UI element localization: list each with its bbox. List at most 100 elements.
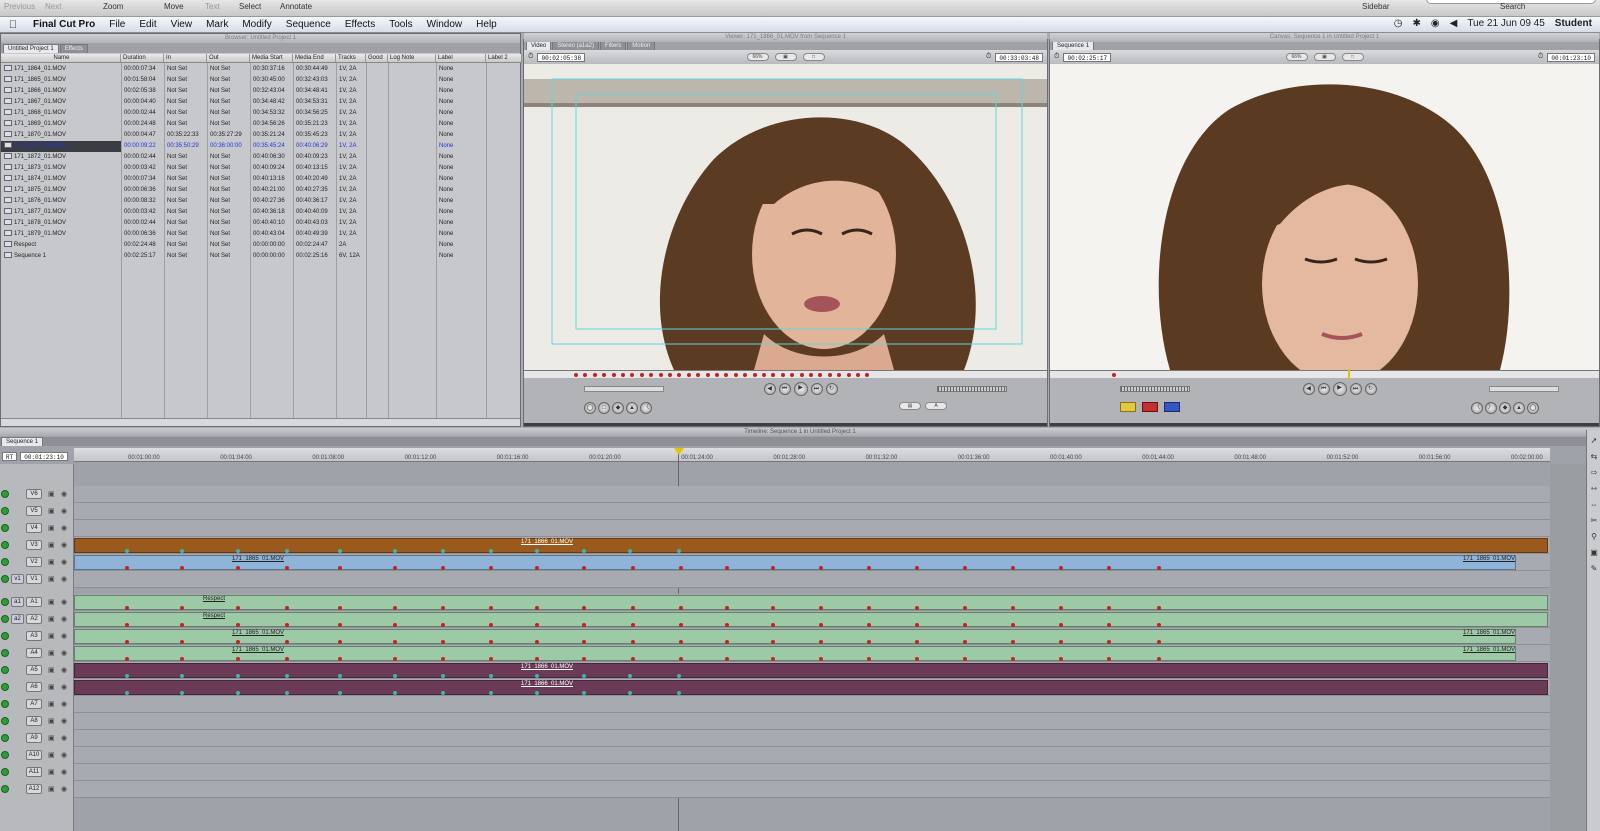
playhead-handle-icon[interactable]: [674, 448, 684, 455]
viewer-add-marker-icon[interactable]: ▲: [626, 402, 638, 414]
canvas-playhead[interactable]: [1348, 369, 1350, 379]
browser-row[interactable]: 171_1870_01.MOV 00:00:04:47 00:35:22:33 00:…: [1, 130, 519, 141]
track-lock-icon[interactable]: ▣: [48, 700, 55, 708]
track-lock-icon[interactable]: ▣: [48, 490, 55, 498]
zoom-tool-icon[interactable]: ⚲: [1588, 532, 1600, 544]
track-label[interactable]: A7: [26, 699, 42, 709]
col-name[interactable]: Name: [1, 54, 121, 62]
viewer-scrubber[interactable]: [524, 370, 1047, 378]
track-visibility-icon[interactable]: [1, 507, 9, 515]
track-visibility-icon[interactable]: [1, 717, 9, 725]
viewer-jog-control[interactable]: [937, 386, 1007, 392]
col-label-2[interactable]: Label 2: [486, 54, 522, 62]
viewer-add-keyframe-icon[interactable]: ◆: [612, 402, 624, 414]
canvas-add-keyframe-icon[interactable]: ◆: [1499, 402, 1511, 414]
track-visibility-icon[interactable]: [1, 785, 9, 793]
track-lock-icon[interactable]: ▣: [48, 768, 55, 776]
track-header-a6[interactable]: A6 ▣ ◉: [0, 679, 74, 696]
track-header-v6[interactable]: V6 ▣ ◉: [0, 486, 74, 503]
track-header-v1[interactable]: v1 V1 ▣ ◉: [0, 571, 74, 588]
track-header-a2[interactable]: a2 A2 ▣ ◉: [0, 611, 74, 628]
track-lock-icon[interactable]: ▣: [48, 507, 55, 515]
track-lock-icon[interactable]: ▣: [48, 683, 55, 691]
browser-row[interactable]: Respect 00:02:24:48 Not Set Not Set 00:00:00…: [1, 240, 519, 251]
track-lane-v2[interactable]: 171_1865_01.MOV 171_1865_01.MOV: [74, 554, 1550, 571]
canvas-play-icon[interactable]: ▶: [1332, 382, 1347, 396]
viewer-overlay-popup[interactable]: □: [802, 53, 825, 61]
track-lock-icon[interactable]: ▣: [48, 666, 55, 674]
track-label[interactable]: A5: [26, 665, 42, 675]
rt-menu-button[interactable]: RT: [2, 451, 18, 461]
auto-select-icon[interactable]: ◉: [61, 683, 67, 691]
canvas-next-edit-icon[interactable]: ⏭: [1349, 383, 1362, 395]
track-lane-a6[interactable]: 171_1866_01.MOV: [74, 679, 1550, 696]
roll-tool-icon[interactable]: ⇿: [1588, 484, 1600, 496]
auto-select-icon[interactable]: ◉: [61, 598, 67, 606]
track-lane-v1[interactable]: [74, 571, 1550, 588]
timeline-clip[interactable]: Respect: [74, 595, 1548, 610]
track-lock-icon[interactable]: ▣: [48, 615, 55, 623]
track-label[interactable]: A9: [26, 733, 42, 743]
menu-help[interactable]: Help: [469, 19, 504, 30]
track-header-v3[interactable]: V3 ▣ ◉: [0, 537, 74, 554]
browser-row[interactable]: 171_1875_01.MOV 00:00:06:36 Not Set Not Set…: [1, 185, 519, 196]
track-lock-icon[interactable]: ▣: [48, 751, 55, 759]
annotate-button[interactable]: Annotate: [280, 2, 312, 11]
canvas-play-around-icon[interactable]: ↻: [1364, 383, 1377, 395]
wifi-icon[interactable]: ◉: [1431, 18, 1440, 29]
browser-row[interactable]: 171_1867_01.MOV 00:00:04:40 Not Set Not Set…: [1, 97, 519, 108]
canvas-previous-edit-icon[interactable]: ⏮: [1317, 383, 1330, 395]
track-lane-v4[interactable]: [74, 520, 1550, 537]
track-lane-a3[interactable]: 171_1865_01.MOV 171_1865_01.MOV: [74, 628, 1550, 645]
browser-row[interactable]: 171_1865_01.MOV 00:01:58:04 Not Set Not Set…: [1, 75, 519, 86]
track-header-a3[interactable]: A3 ▣ ◉: [0, 628, 74, 645]
canvas-timecode[interactable]: 00:01:23:10: [1547, 52, 1595, 62]
browser-row[interactable]: 171_1871_01.MOV 00:00:09:22 00:35:50:29 00:…: [1, 141, 519, 152]
track-lock-icon[interactable]: ▣: [48, 541, 55, 549]
viewer-play-in-out-icon[interactable]: ◀: [763, 383, 776, 395]
track-header-a9[interactable]: A9 ▣ ◉: [0, 730, 74, 747]
slip-tool-icon[interactable]: ⇔: [1588, 500, 1600, 512]
track-visibility-icon[interactable]: [1, 575, 9, 583]
track-lane-v3[interactable]: 171_1866_01.MOV: [74, 537, 1550, 554]
track-header-a12[interactable]: A12 ▣ ◉: [0, 781, 74, 798]
tab-untitled-project[interactable]: Untitled Project 1: [3, 44, 59, 53]
track-visibility-icon[interactable]: [1, 524, 9, 532]
browser-row[interactable]: 171_1876_01.MOV 00:00:08:32 Not Set Not Set…: [1, 196, 519, 207]
canvas-jog-control[interactable]: [1120, 386, 1190, 392]
track-lock-icon[interactable]: ▣: [48, 734, 55, 742]
auto-select-icon[interactable]: ◉: [61, 649, 67, 657]
tab-motion[interactable]: Motion: [627, 41, 656, 50]
track-label[interactable]: A4: [26, 648, 42, 658]
auto-select-icon[interactable]: ◉: [61, 734, 67, 742]
browser-row[interactable]: 171_1879_01.MOV 00:00:06:36 Not Set Not Set…: [1, 229, 519, 240]
menu-tools[interactable]: Tools: [382, 19, 419, 30]
bluetooth-icon[interactable]: ✱: [1412, 18, 1420, 29]
col-label[interactable]: Label: [436, 54, 486, 62]
menu-user[interactable]: Student: [1555, 18, 1592, 29]
track-label[interactable]: A8: [26, 716, 42, 726]
col-out[interactable]: Out: [207, 54, 250, 62]
text-button[interactable]: Text: [205, 2, 220, 11]
track-lane-a2[interactable]: Respect: [74, 611, 1550, 628]
auto-select-icon[interactable]: ◉: [61, 768, 67, 776]
track-visibility-icon[interactable]: [1, 490, 9, 498]
track-label[interactable]: V5: [26, 506, 42, 516]
canvas-add-marker-icon[interactable]: ▲: [1513, 402, 1525, 414]
sidebar-button[interactable]: Sidebar: [1362, 2, 1390, 11]
canvas-mark-out-icon[interactable]: 〉: [1485, 402, 1497, 414]
track-label[interactable]: V3: [26, 540, 42, 550]
viewer-zoom-popup[interactable]: 66%: [746, 53, 769, 61]
track-header-v2[interactable]: V2 ▣ ◉: [0, 554, 74, 571]
browser-row[interactable]: 171_1864_01.MOV 00:00:07:34 Not Set Not Set…: [1, 64, 519, 75]
auto-select-icon[interactable]: ◉: [61, 490, 67, 498]
canvas-duration[interactable]: 00:02:25:17: [1063, 52, 1112, 62]
browser-row[interactable]: 171_1868_01.MOV 00:00:02:44 Not Set Not Set…: [1, 108, 519, 119]
track-label[interactable]: V2: [26, 557, 42, 567]
track-label[interactable]: A3: [26, 631, 42, 641]
auto-select-icon[interactable]: ◉: [61, 507, 67, 515]
track-lock-icon[interactable]: ▣: [48, 575, 55, 583]
track-lane-a4[interactable]: 171_1865_01.MOV 171_1865_01.MOV: [74, 645, 1550, 662]
track-lane-v6[interactable]: [74, 486, 1550, 503]
viewer-play-icon[interactable]: ▶: [793, 382, 808, 396]
